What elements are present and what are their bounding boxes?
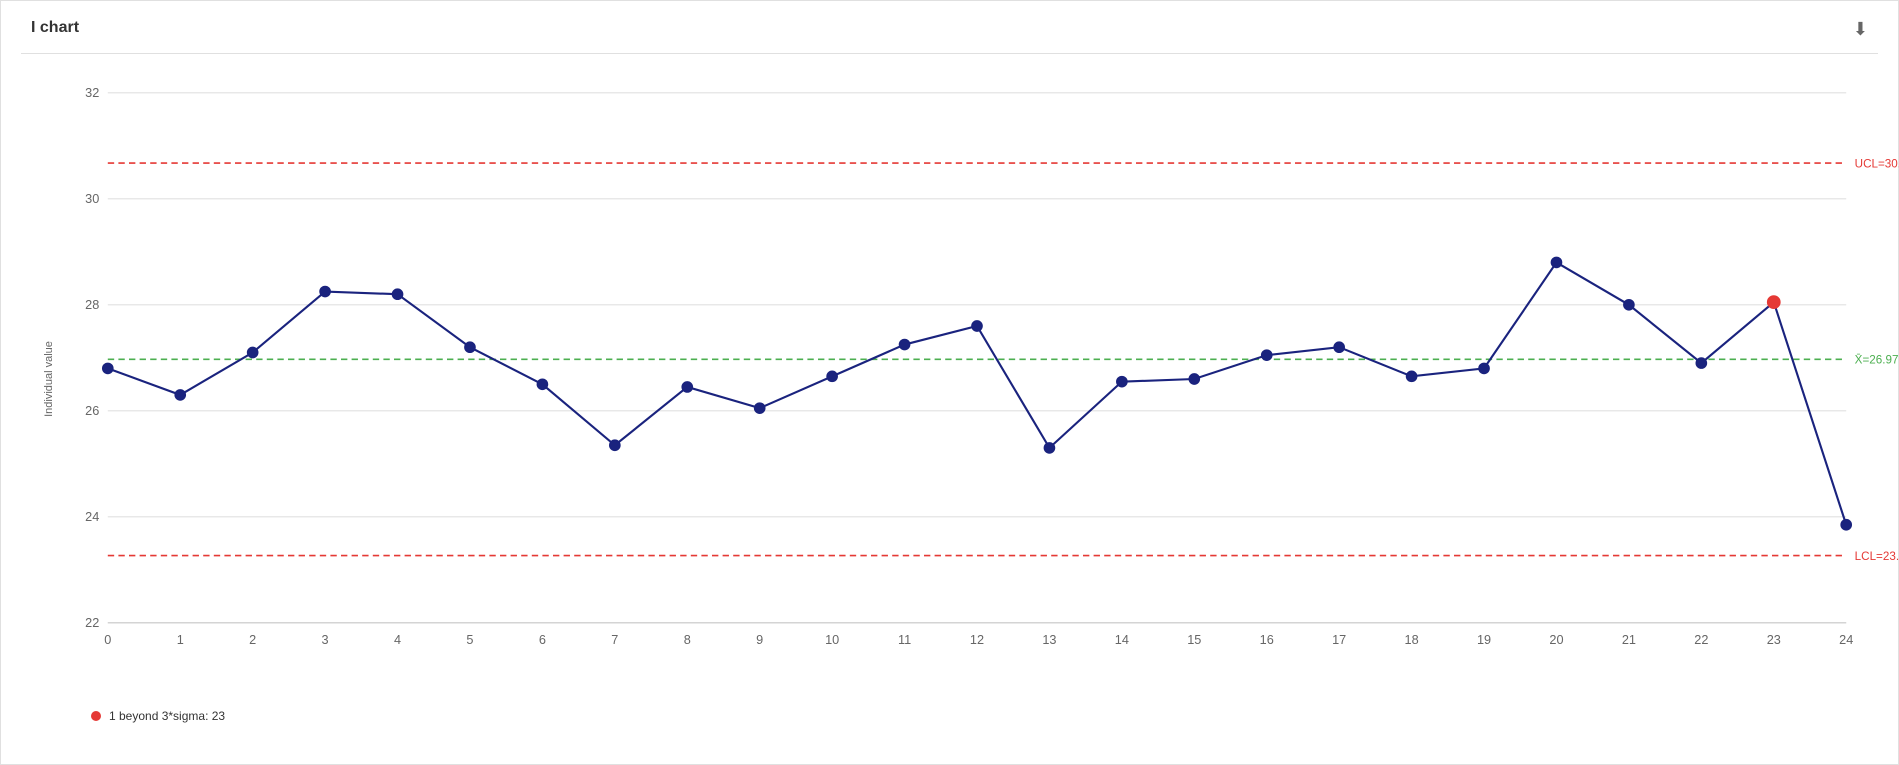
- chart-title: I chart: [21, 11, 1878, 54]
- chart-svg: 2224262830320123456789101112131415161718…: [76, 64, 1878, 694]
- legend-text: 1 beyond 3*sigma: 23: [109, 709, 225, 723]
- svg-text:2: 2: [249, 632, 256, 647]
- svg-text:4: 4: [394, 632, 401, 647]
- svg-text:23: 23: [1767, 632, 1781, 647]
- chart-container: I chart ⬇ Individual value 2224262830320…: [0, 0, 1899, 765]
- download-icon[interactable]: ⬇: [1853, 19, 1868, 40]
- svg-text:3: 3: [322, 632, 329, 647]
- y-axis-label: Individual value: [43, 341, 55, 417]
- svg-text:X̄=26.9714: X̄=26.9714: [1855, 354, 1899, 367]
- svg-text:UCL=30.6747: UCL=30.6747: [1855, 157, 1899, 170]
- svg-text:12: 12: [970, 632, 984, 647]
- svg-text:19: 19: [1477, 632, 1491, 647]
- svg-text:20: 20: [1549, 632, 1563, 647]
- svg-text:7: 7: [611, 632, 618, 647]
- svg-text:5: 5: [466, 632, 473, 647]
- svg-text:22: 22: [85, 615, 99, 630]
- svg-text:22: 22: [1694, 632, 1708, 647]
- svg-text:8: 8: [684, 632, 691, 647]
- svg-text:15: 15: [1187, 632, 1201, 647]
- svg-text:28: 28: [85, 297, 99, 312]
- svg-text:32: 32: [85, 85, 99, 100]
- svg-text:16: 16: [1260, 632, 1274, 647]
- svg-text:18: 18: [1405, 632, 1419, 647]
- svg-text:11: 11: [898, 632, 911, 647]
- svg-text:9: 9: [756, 632, 763, 647]
- svg-text:21: 21: [1622, 632, 1636, 647]
- svg-text:13: 13: [1042, 632, 1056, 647]
- svg-text:30: 30: [85, 191, 99, 206]
- svg-text:24: 24: [85, 509, 99, 524]
- svg-text:6: 6: [539, 632, 546, 647]
- legend-area: 1 beyond 3*sigma: 23: [21, 694, 1878, 723]
- svg-text:24: 24: [1839, 632, 1853, 647]
- svg-text:10: 10: [825, 632, 839, 647]
- legend-dot: [91, 711, 101, 721]
- svg-text:14: 14: [1115, 632, 1129, 647]
- svg-text:26: 26: [85, 403, 99, 418]
- svg-text:0: 0: [104, 632, 111, 647]
- svg-text:1: 1: [177, 632, 184, 647]
- svg-text:LCL=23.2680: LCL=23.2680: [1855, 550, 1899, 563]
- svg-text:17: 17: [1332, 632, 1346, 647]
